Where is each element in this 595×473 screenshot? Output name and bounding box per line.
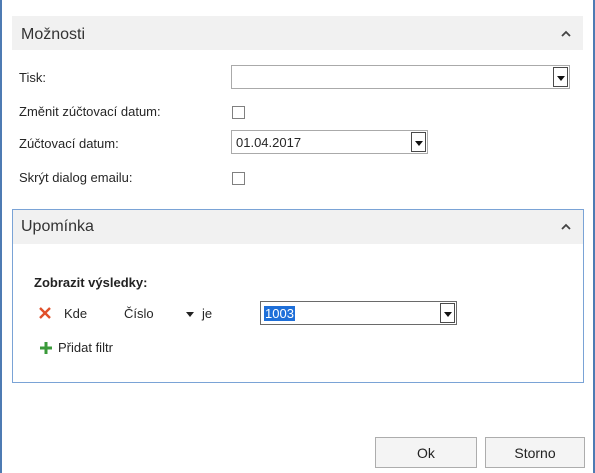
- ok-button[interactable]: Ok: [375, 437, 477, 468]
- change-date-label: Změnit zúčtovací datum:: [19, 104, 161, 119]
- operator-label: je: [202, 306, 213, 321]
- reminder-section-header[interactable]: Upomínka: [13, 210, 583, 244]
- filter-value-input[interactable]: 1003: [260, 301, 457, 325]
- add-filter-plus-icon[interactable]: [40, 342, 52, 354]
- collapse-chevron-up-icon[interactable]: [559, 220, 573, 234]
- show-results-label: Zobrazit výsledky:: [34, 275, 148, 290]
- posting-date-label: Zúčtovací datum:: [19, 136, 119, 151]
- filter-value-selected-text: 1003: [264, 306, 295, 321]
- add-filter-link[interactable]: Přidat filtr: [58, 340, 113, 355]
- filter-field-dropdown-icon[interactable]: [186, 312, 194, 317]
- tisk-dropdown-icon[interactable]: [553, 67, 568, 87]
- tisk-select[interactable]: [231, 65, 570, 89]
- options-section-title: Možnosti: [21, 26, 86, 43]
- posting-date-select[interactable]: 01.04.2017: [231, 130, 428, 154]
- hide-email-label: Skrýt dialog emailu:: [19, 170, 133, 185]
- filter-value-dropdown-icon[interactable]: [440, 303, 455, 323]
- cancel-button[interactable]: Storno: [485, 437, 585, 468]
- collapse-chevron-up-icon[interactable]: [559, 27, 573, 41]
- remove-filter-icon[interactable]: [38, 306, 52, 320]
- filter-field-label[interactable]: Číslo: [124, 306, 154, 321]
- hide-email-checkbox[interactable]: [232, 172, 245, 185]
- posting-date-value: 01.04.2017: [236, 135, 302, 150]
- reminder-section-title: Upomínka: [21, 218, 94, 235]
- posting-date-dropdown-icon[interactable]: [411, 132, 426, 152]
- tisk-label: Tisk:: [19, 70, 46, 85]
- window-left-border: [0, 0, 2, 473]
- reminder-section: Upomínka Zobrazit výsledky: Kde Číslo je…: [12, 209, 584, 383]
- where-label: Kde: [64, 306, 88, 321]
- change-date-checkbox[interactable]: [232, 106, 245, 119]
- options-section-header[interactable]: Možnosti: [12, 16, 583, 50]
